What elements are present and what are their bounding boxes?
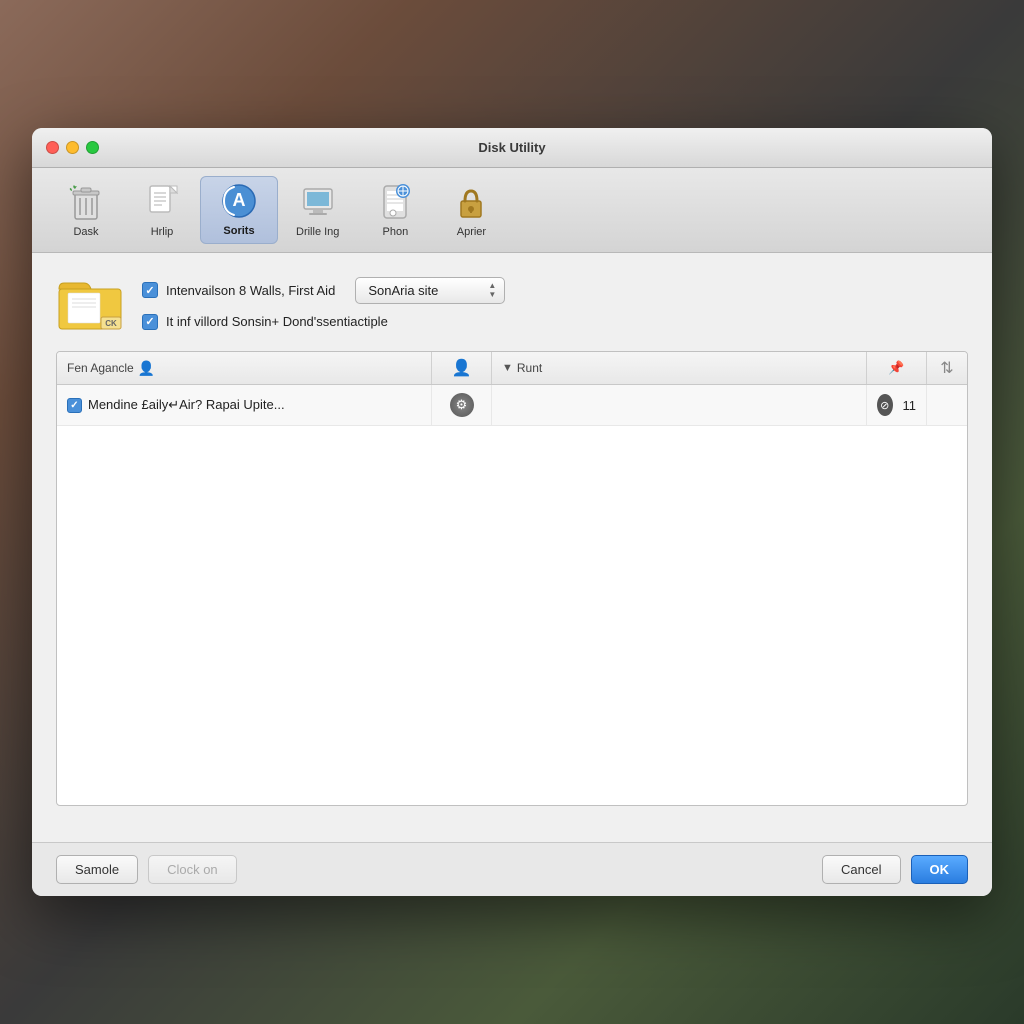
toolbar-label-drille-ing: Drille Ing bbox=[296, 226, 339, 238]
dropdown-arrow-icon bbox=[488, 282, 496, 299]
toolbar-label-phon: Phon bbox=[383, 226, 409, 238]
cancel-button[interactable]: Cancel bbox=[822, 855, 900, 884]
clock-icon: ⊘ bbox=[877, 394, 893, 416]
col-header-pin: 📌 bbox=[867, 352, 927, 384]
toolbar: Dask Hrlip A bbox=[32, 168, 992, 253]
row-count-cell: ⊘ 11 bbox=[867, 385, 927, 425]
row-empty-cell bbox=[927, 385, 967, 425]
checkboxes-group: Intenvailson 8 Walls, First Aid SonAria … bbox=[142, 277, 968, 330]
phon-icon bbox=[375, 182, 415, 222]
person-small-icon: 👤 bbox=[452, 358, 472, 378]
options-row: CK Intenvailson 8 Walls, First Aid SonAr… bbox=[56, 273, 968, 333]
col-header-runt: ▼ Runt bbox=[492, 352, 867, 384]
filter-icon: ▼ bbox=[502, 362, 513, 374]
person-col-icon: 👤 bbox=[138, 360, 155, 377]
samole-button[interactable]: Samole bbox=[56, 855, 138, 884]
clock-on-button: Clock on bbox=[148, 855, 237, 884]
table-row[interactable]: Mendine £aily↵Air? Rapai Upite... ⚙ ⊘ 11 bbox=[57, 385, 967, 426]
toolbar-label-aprier: Aprier bbox=[457, 226, 486, 238]
dropdown-value: SonAria site bbox=[368, 283, 480, 298]
window-title: Disk Utility bbox=[478, 140, 545, 155]
svg-text:A: A bbox=[233, 190, 246, 210]
ok-button[interactable]: OK bbox=[911, 855, 969, 884]
checkbox-2[interactable] bbox=[142, 314, 158, 330]
checkbox-label-2: It inf villord Sonsin+ Dond'ssentiactipl… bbox=[166, 314, 388, 329]
gear-icon: ⚙ bbox=[450, 393, 474, 417]
toolbar-label-hrlip: Hrlip bbox=[151, 226, 174, 238]
col-runt-label: Runt bbox=[517, 361, 542, 375]
pin-icon: 📌 bbox=[888, 360, 904, 376]
dask-icon bbox=[66, 182, 106, 222]
row-name-cell: Mendine £aily↵Air? Rapai Upite... bbox=[57, 385, 432, 425]
toolbar-label-sorits: Sorits bbox=[223, 225, 254, 237]
table-header: Fen Agancle 👤 👤 ▼ Runt 📌 ⇅ bbox=[57, 352, 967, 385]
toolbar-item-aprier[interactable]: Aprier bbox=[433, 178, 509, 244]
checkbox-row-2: It inf villord Sonsin+ Dond'ssentiactipl… bbox=[142, 314, 968, 330]
svg-text:CK: CK bbox=[105, 319, 117, 328]
traffic-lights bbox=[46, 141, 99, 154]
table-body: Mendine £aily↵Air? Rapai Upite... ⚙ ⊘ 11 bbox=[57, 385, 967, 805]
content-area: CK Intenvailson 8 Walls, First Aid SonAr… bbox=[32, 253, 992, 842]
row-name-text: Mendine £aily↵Air? Rapai Upite... bbox=[88, 397, 285, 413]
row-gear-cell: ⚙ bbox=[432, 385, 492, 425]
toolbar-item-sorits[interactable]: A Sorits bbox=[200, 176, 278, 244]
col-header-name: Fen Agancle 👤 bbox=[57, 352, 432, 384]
row-checkbox[interactable] bbox=[67, 398, 82, 413]
toolbar-item-drille-ing[interactable]: Drille Ing bbox=[278, 178, 357, 244]
toolbar-label-dask: Dask bbox=[73, 226, 98, 238]
toolbar-item-dask[interactable]: Dask bbox=[48, 178, 124, 244]
minimize-button[interactable] bbox=[66, 141, 79, 154]
col-header-sort[interactable]: ⇅ bbox=[927, 352, 967, 384]
maximize-button[interactable] bbox=[86, 141, 99, 154]
checkbox-row-1: Intenvailson 8 Walls, First Aid SonAria … bbox=[142, 277, 968, 304]
folder-icon: CK bbox=[56, 273, 126, 333]
aprier-icon bbox=[451, 182, 491, 222]
sort-icon: ⇅ bbox=[940, 358, 953, 378]
toolbar-item-phon[interactable]: Phon bbox=[357, 178, 433, 244]
drille-ing-icon bbox=[298, 182, 338, 222]
col-header-person: 👤 bbox=[432, 352, 492, 384]
toolbar-item-hrlip[interactable]: Hrlip bbox=[124, 178, 200, 244]
table-container: Fen Agancle 👤 👤 ▼ Runt 📌 ⇅ bbox=[56, 351, 968, 806]
checkbox-1[interactable] bbox=[142, 282, 158, 298]
disk-utility-window: Disk Utility Dask bbox=[32, 128, 992, 896]
dropdown-sonaria[interactable]: SonAria site bbox=[355, 277, 505, 304]
row-runt-cell bbox=[492, 385, 867, 425]
col-name-label: Fen Agancle bbox=[67, 361, 134, 375]
hrlip-icon bbox=[142, 182, 182, 222]
checkbox-label-1: Intenvailson 8 Walls, First Aid bbox=[166, 283, 335, 298]
titlebar: Disk Utility bbox=[32, 128, 992, 168]
row-count-text: 11 bbox=[903, 398, 917, 413]
button-row: Samole Clock on Cancel OK bbox=[32, 842, 992, 896]
sorits-icon: A bbox=[219, 181, 259, 221]
close-button[interactable] bbox=[46, 141, 59, 154]
